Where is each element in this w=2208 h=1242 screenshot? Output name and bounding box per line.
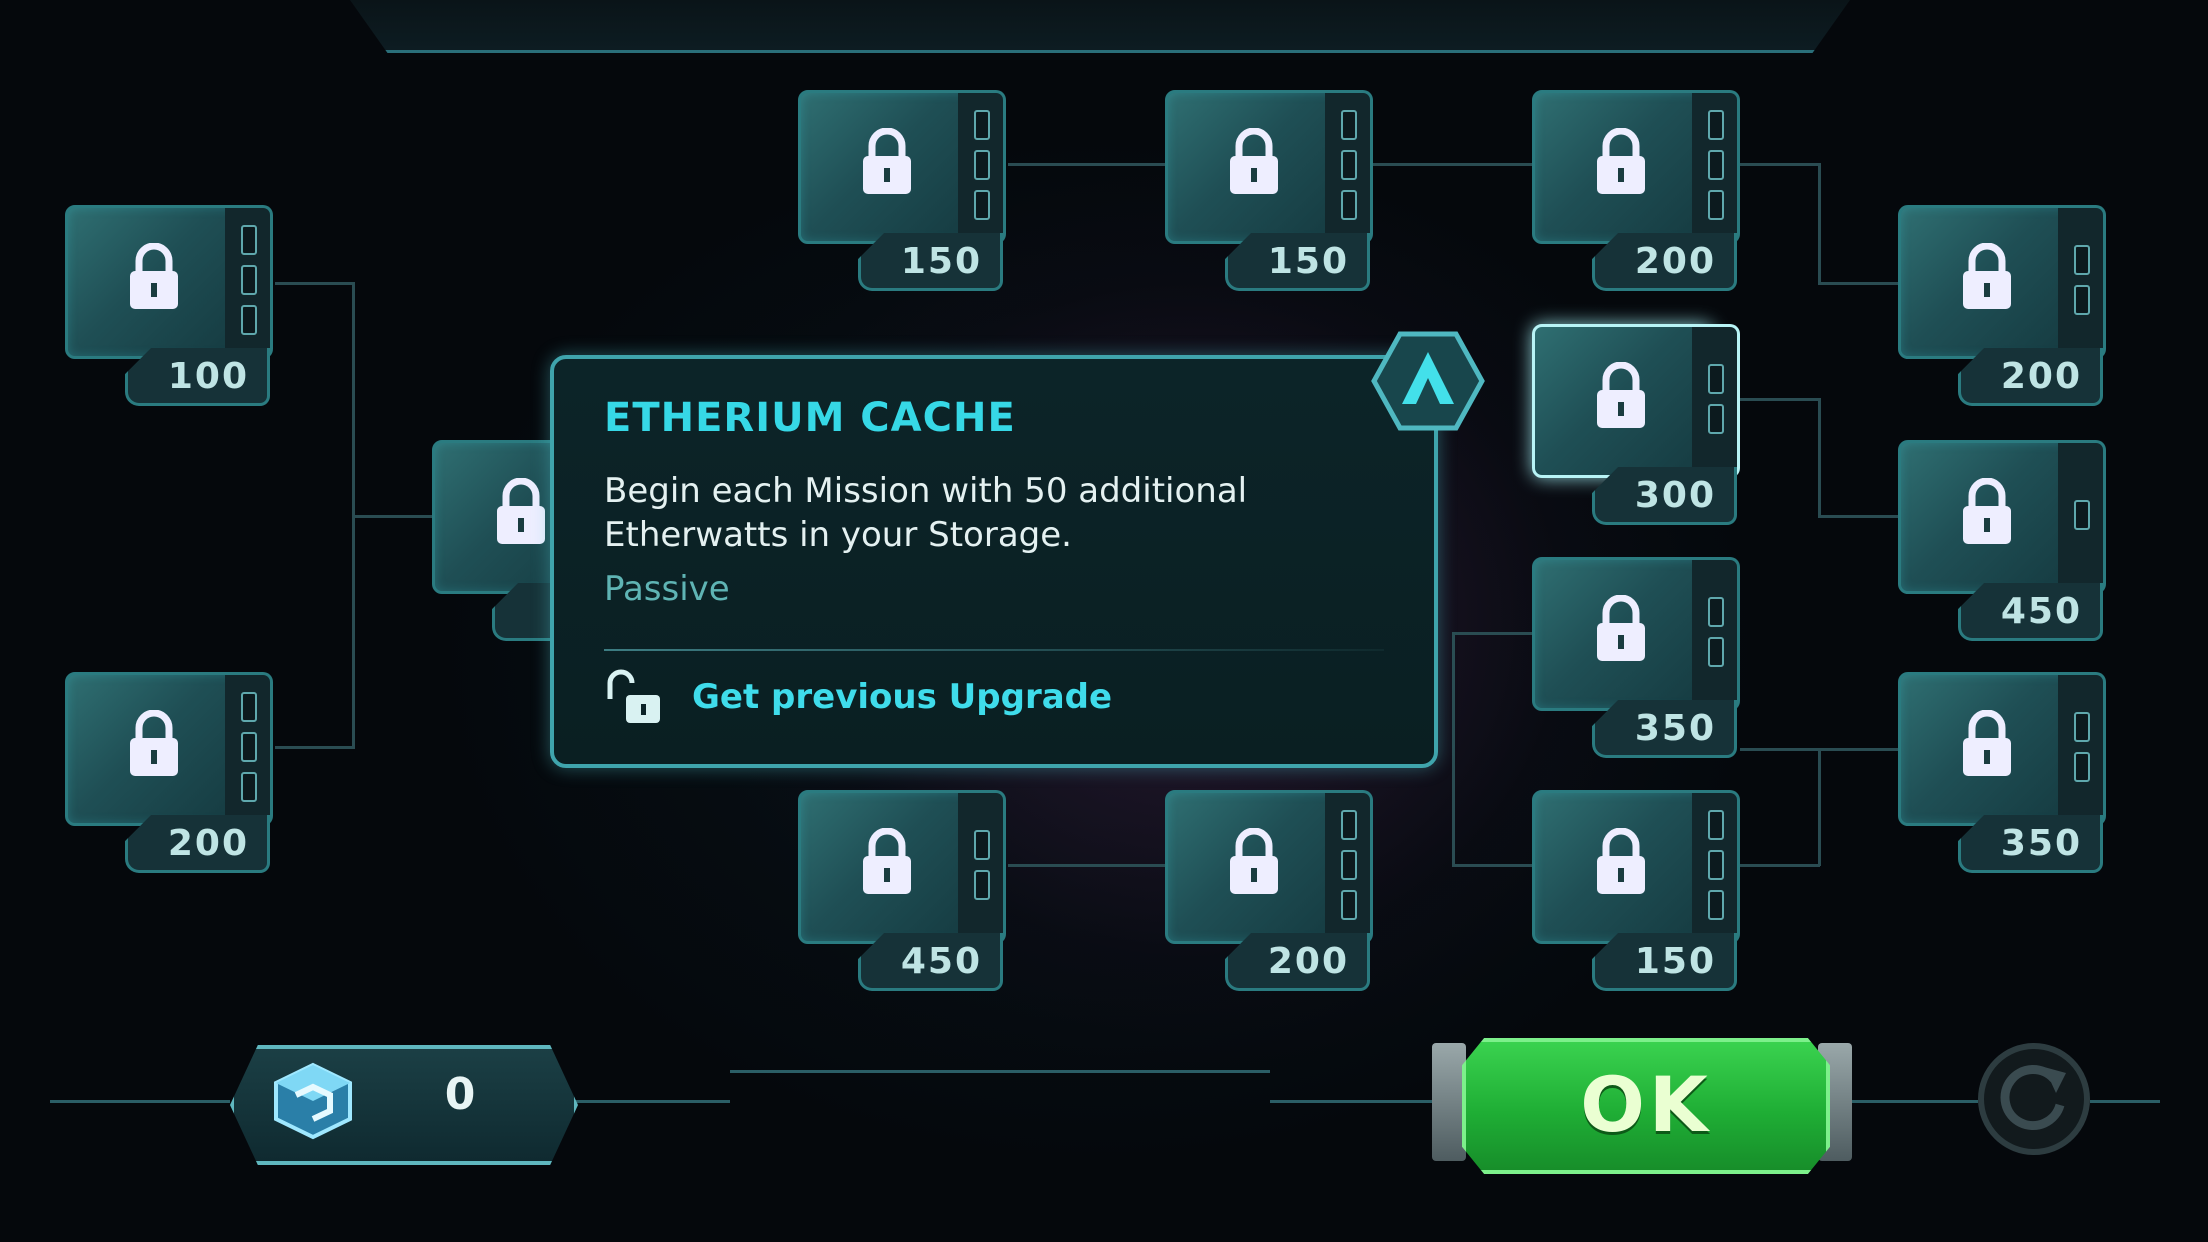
cost-label: 200 — [1225, 933, 1370, 991]
bottom-rail — [2090, 1100, 2160, 1103]
connector — [1818, 163, 1821, 283]
connector — [1818, 515, 1898, 518]
cost-label: 300 — [1592, 467, 1737, 525]
cost-label: 200 — [1958, 348, 2103, 406]
currency-counter: 0 — [230, 1045, 578, 1165]
lock-icon — [1597, 362, 1645, 428]
upgrade-tile[interactable]: 150 — [1532, 790, 1742, 995]
connector — [1818, 398, 1821, 516]
lock-icon — [130, 243, 178, 309]
lock-icon — [1963, 243, 2011, 309]
tooltip-requirement: Get previous Upgrade — [692, 677, 1113, 717]
upgrade-tile[interactable]: 200 — [1898, 205, 2108, 410]
lock-icon — [1597, 828, 1645, 894]
lock-icon — [1597, 128, 1645, 194]
upgrade-tile[interactable]: 200 — [1165, 790, 1375, 995]
lock-icon — [497, 478, 545, 544]
connector — [1740, 163, 1820, 166]
bottom-rail — [730, 1070, 1270, 1073]
lock-icon — [1963, 710, 2011, 776]
ok-button-label: OK — [1580, 1060, 1712, 1149]
lock-icon — [1597, 595, 1645, 661]
connector — [275, 746, 355, 749]
upgrade-tile-selected[interactable]: 300 — [1532, 324, 1742, 529]
currency-amount: 0 — [444, 1069, 476, 1120]
upgrade-tile[interactable]: 150 — [798, 90, 1008, 295]
reset-icon — [2000, 1065, 2066, 1130]
divider — [604, 649, 1384, 651]
ok-button-wrap: OK — [1432, 1028, 1852, 1178]
reset-button[interactable] — [1978, 1043, 2090, 1155]
upgrade-tile[interactable]: 450 — [1898, 440, 2108, 645]
ok-button-cap — [1432, 1043, 1466, 1161]
cost-label: 100 — [125, 348, 270, 406]
lock-icon — [863, 828, 911, 894]
connector — [1008, 163, 1168, 166]
upgrade-tile[interactable]: 350 — [1898, 672, 2108, 877]
ok-button[interactable]: OK — [1462, 1038, 1830, 1174]
connector — [1452, 632, 1455, 866]
cost-label: 200 — [125, 815, 270, 873]
bottom-rail — [570, 1100, 730, 1103]
upgrade-tile[interactable]: 150 — [1165, 90, 1375, 295]
cost-label: 350 — [1592, 700, 1737, 758]
bottom-rail — [50, 1100, 230, 1103]
cost-label: 200 — [1592, 233, 1737, 291]
cost-label: 150 — [1225, 233, 1370, 291]
bottom-rail — [1270, 1100, 1440, 1103]
lock-icon — [1230, 128, 1278, 194]
connector — [1372, 163, 1532, 166]
connector — [1740, 864, 1820, 867]
connector — [1818, 748, 1821, 866]
top-frame — [350, 0, 1850, 53]
upgrade-tile[interactable]: 200 — [65, 672, 275, 877]
cost-label: 150 — [858, 233, 1003, 291]
upgrade-rank-icon — [1371, 331, 1485, 431]
upgrade-tooltip: ETHERIUM CACHE Begin each Mission with 5… — [550, 355, 1438, 768]
connector — [1452, 864, 1532, 867]
connector — [1818, 282, 1898, 285]
tooltip-title: ETHERIUM CACHE — [604, 395, 1016, 441]
tooltip-type: Passive — [604, 569, 730, 609]
cost-label: 450 — [1958, 583, 2103, 641]
connector — [1740, 398, 1820, 401]
upgrade-tile[interactable]: 200 — [1532, 90, 1742, 295]
lock-icon — [863, 128, 911, 194]
connector — [352, 515, 437, 518]
upgrade-tile[interactable]: 450 — [798, 790, 1008, 995]
connector — [1452, 632, 1532, 635]
lock-icon — [130, 710, 178, 776]
connector — [275, 282, 355, 285]
upgrade-screen: 100 200 5 150 150 200 300 — [0, 0, 2208, 1242]
unlock-requirement-icon — [607, 669, 660, 723]
upgrade-tile[interactable]: 350 — [1532, 557, 1742, 762]
cost-label: 150 — [1592, 933, 1737, 991]
cost-label: 350 — [1958, 815, 2103, 873]
tooltip-description: Begin each Mission with 50 additional Et… — [604, 471, 1248, 555]
lock-icon — [1963, 478, 2011, 544]
cost-label: 450 — [858, 933, 1003, 991]
upgrade-tile[interactable]: 100 — [65, 205, 275, 410]
bottom-rail — [1852, 1100, 1978, 1103]
crystal-cube-icon — [274, 1062, 352, 1140]
connector — [1008, 864, 1168, 867]
lock-icon — [1230, 828, 1278, 894]
